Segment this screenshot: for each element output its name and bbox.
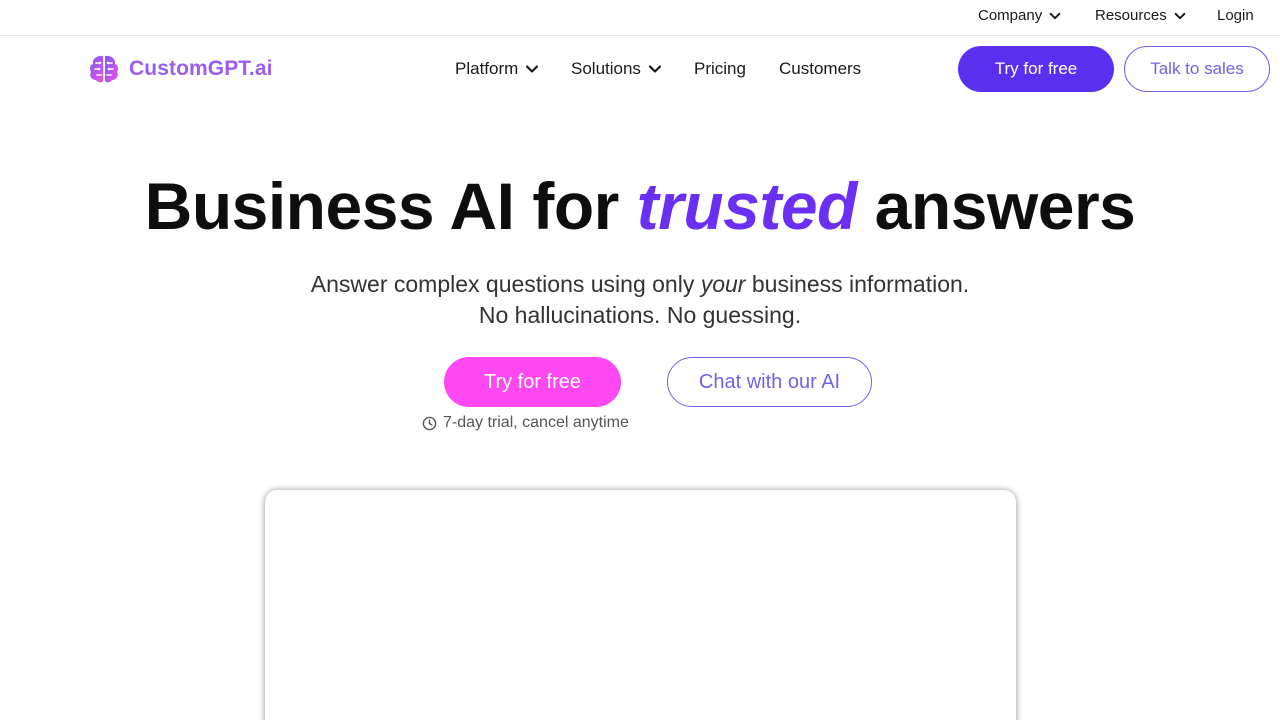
try-for-free-button[interactable]: Try for free <box>958 46 1114 92</box>
nav-solutions[interactable]: Solutions <box>571 59 663 79</box>
chevron-down-icon <box>1173 9 1187 23</box>
hero-try-for-free-button[interactable]: Try for free <box>444 357 621 407</box>
hero-title: Business AI for trusted answers <box>0 168 1280 244</box>
topbar-company-menu[interactable]: Company <box>978 7 1062 24</box>
nav-pricing-label: Pricing <box>694 59 746 78</box>
subtitle-after: business information. <box>745 271 970 297</box>
utility-bar: Company Resources Login <box>0 0 1280 36</box>
login-link[interactable]: Login <box>1217 7 1254 24</box>
brand-logo[interactable]: CustomGPT.ai <box>87 52 273 86</box>
nav-customers-label: Customers <box>779 59 862 78</box>
login-label: Login <box>1217 7 1254 24</box>
hero-subtitle-line2: No hallucinations. No guessing. <box>478 302 802 328</box>
chevron-down-icon <box>647 61 663 77</box>
nav-customers[interactable]: Customers <box>779 59 861 79</box>
nav-platform[interactable]: Platform <box>455 59 540 79</box>
hero-subtitle-line1: Answer complex questions using only your… <box>0 269 1280 300</box>
brain-icon <box>89 55 119 83</box>
demo-preview-card <box>265 490 1016 720</box>
topbar-resources-menu[interactable]: Resources <box>1095 7 1187 24</box>
nav-pricing[interactable]: Pricing <box>694 59 746 79</box>
brand-name: CustomGPT.ai <box>129 57 273 80</box>
nav-platform-label: Platform <box>455 59 519 78</box>
trial-note: 7-day trial, cancel anytime <box>422 414 629 432</box>
main-nav: CustomGPT.ai Platform Solutions Pricing … <box>0 36 1280 102</box>
subtitle-before: Answer complex questions using only <box>310 271 701 297</box>
topbar-resources-label: Resources <box>1095 7 1167 24</box>
hero-subtitle: Answer complex questions using only your… <box>0 269 1280 331</box>
nav-solutions-label: Solutions <box>571 59 641 78</box>
topbar-company-label: Company <box>978 7 1043 24</box>
subtitle-emphasis: your <box>700 271 746 297</box>
hero-title-before: Business AI for <box>144 169 637 243</box>
chevron-down-icon <box>1048 9 1062 23</box>
hero-title-after: answers <box>856 169 1136 243</box>
trial-note-text: 7-day trial, cancel anytime <box>443 414 629 431</box>
talk-to-sales-button[interactable]: Talk to sales <box>1124 46 1270 92</box>
clock-icon <box>422 416 437 430</box>
chat-with-ai-button[interactable]: Chat with our AI <box>667 357 872 407</box>
hero-title-accent: trusted <box>636 169 858 243</box>
chevron-down-icon <box>524 61 540 77</box>
